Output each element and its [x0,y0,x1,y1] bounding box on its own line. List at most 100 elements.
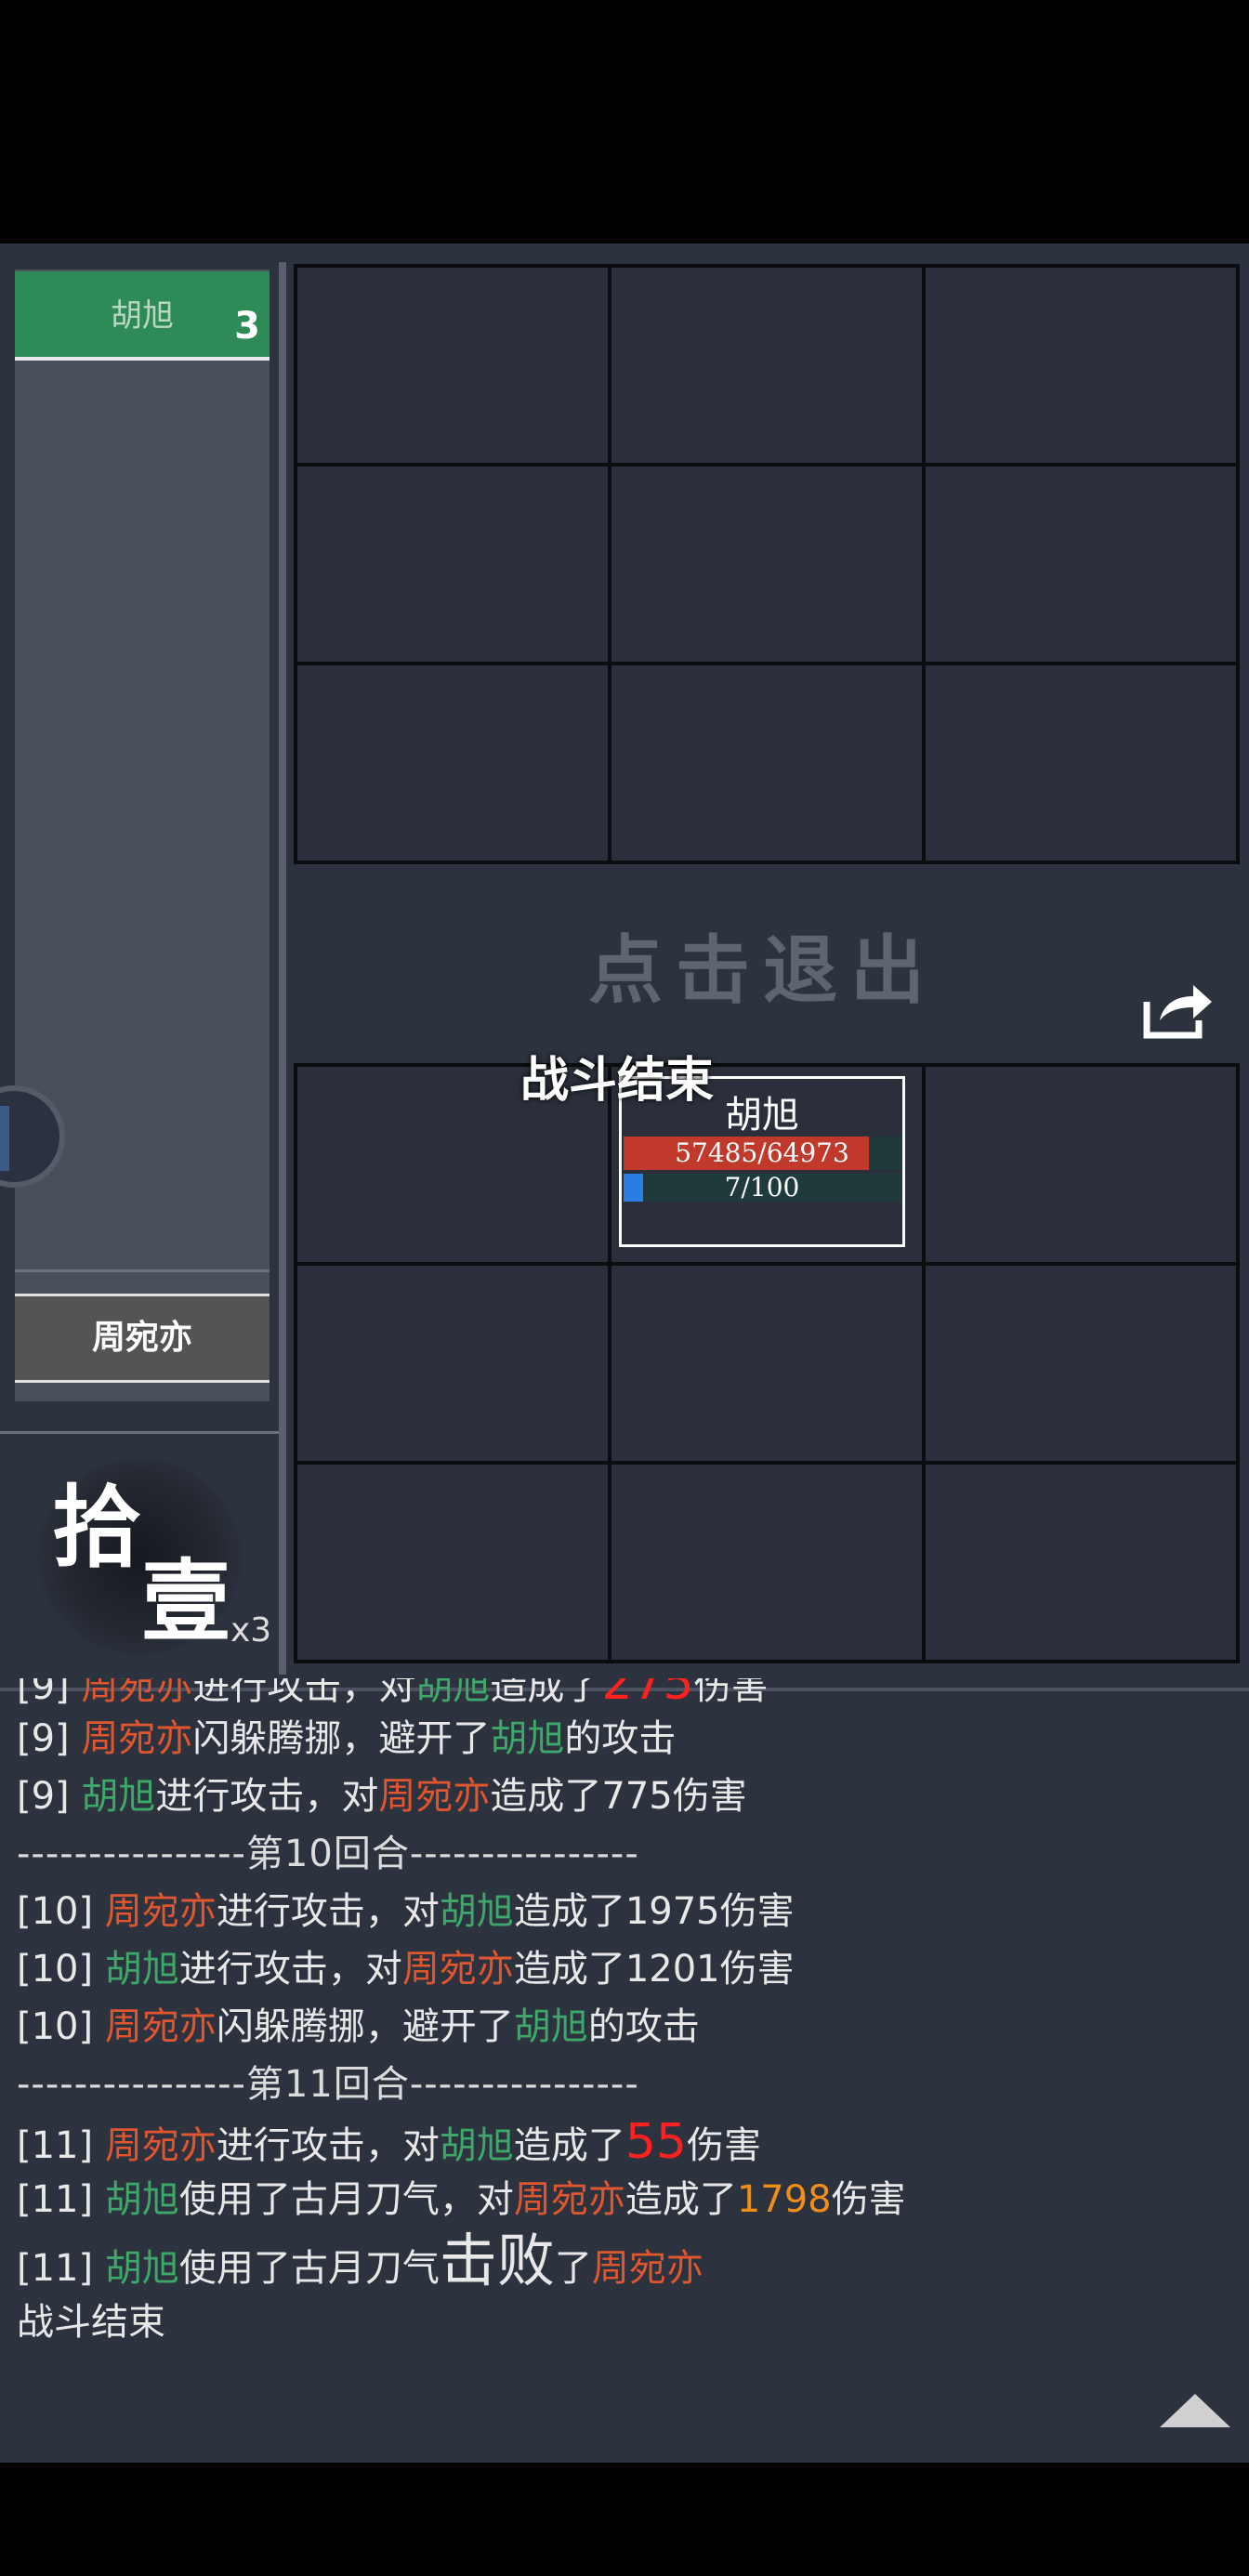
log-line: [11] 胡旭使用了古月刀气，对周宛亦造成了1798伤害 [17,2171,1234,2228]
round-divider: ----------------第11回合---------------- [17,2063,639,2106]
grid-cell [297,665,608,861]
log-segment: 周宛亦 [81,1717,193,1760]
vertical-divider [279,262,286,1675]
log-segment: 使用了古月刀气 [178,2247,440,2290]
grid-cell [611,1465,922,1660]
grid-cell [297,1465,608,1660]
log-segment: 周宛亦 [513,2178,625,2221]
log-segment: 进行攻击，对 [155,1775,379,1818]
log-segment: 闪躲腾挪，避开了 [192,1717,491,1760]
log-segment: 的攻击 [564,1717,677,1760]
log-segment: 胡旭 [415,1678,491,1708]
log-segment: 周宛亦 [378,1775,491,1818]
log-segment: 击败 [439,2227,555,2294]
log-segment: [10] [17,1890,105,1933]
log-segment: 周宛亦 [104,1890,217,1933]
log-segment: 55 [624,2114,687,2170]
log-segment: 胡旭 [490,1717,565,1760]
log-segment: 进行攻击，对 [178,1948,402,1991]
log-line: [9] 胡旭进行攻击，对周宛亦造成了775伤害 [17,1768,1234,1825]
speed-multiplier[interactable]: x3 [230,1611,271,1649]
hp-bar: 57485/64973 [624,1137,901,1170]
log-segment: [9] [17,1678,82,1708]
round-char-one: 壹 [141,1549,230,1654]
energy-bar: 7/100 [624,1174,901,1202]
log-segment: 闪躲腾挪，避开了 [216,2005,514,2048]
log-line: [10] 胡旭进行攻击，对周宛亦造成了1201伤害 [17,1940,1234,1998]
log-segment: 造成了1201伤害 [513,1948,795,1991]
log-segment: 伤害 [693,1678,769,1708]
tab-underline [15,357,270,361]
log-segment: [11] [17,2124,105,2167]
player-name: 胡旭 [111,297,174,335]
avatar-portrait [0,1106,9,1171]
log-line: [11] 胡旭使用了古月刀气击败了周宛亦 [17,2228,1234,2293]
share-icon[interactable] [1141,978,1216,1041]
log-segment: 周宛亦 [591,2247,703,2290]
log-segment: 胡旭 [439,2124,514,2167]
grid-cell [926,665,1236,861]
enemy-name: 周宛亦 [91,1319,192,1357]
panel-divider [15,1269,270,1272]
log-segment: 胡旭 [513,2005,588,2048]
log-segment: 伤害 [831,2178,906,2221]
log-segment: 造成了 [490,1678,602,1708]
log-segment: [11] [17,2178,105,2221]
log-segment: 了 [554,2247,592,2290]
log-segment: 造成了1975伤害 [513,1890,795,1933]
grid-cell [926,467,1236,662]
log-segment: 275 [601,1678,694,1710]
log-segment: 造成了 [513,2124,625,2167]
panel-divider-bottom [0,1431,279,1434]
collapse-arrow-icon[interactable] [1160,2394,1230,2427]
grid-cell [926,1067,1236,1262]
log-segment: 胡旭 [439,1890,514,1933]
grid-cell [611,665,922,861]
grid-cell [297,1266,608,1461]
log-segment: [10] [17,2005,105,2048]
log-segment: 胡旭 [104,2247,179,2290]
grid-cell [297,467,608,662]
energy-text: 7/100 [724,1172,800,1203]
log-segment: [9] [17,1717,82,1760]
log-line: [9] 周宛亦进行攻击，对胡旭造成了275伤害 [17,1678,1234,1710]
log-segment: 周宛亦 [401,1948,514,1991]
log-line: [10] 周宛亦闪躲腾挪，避开了胡旭的攻击 [17,1998,1234,2056]
grid-cell [926,1465,1236,1660]
team-panel [15,269,270,1401]
grid-cell [926,1266,1236,1461]
round-char-ten: 拾 [52,1475,141,1580]
log-segment: 进行攻击，对 [192,1678,416,1708]
hp-text: 57485/64973 [675,1137,849,1168]
battle-log[interactable]: [9] 周宛亦进行攻击，对胡旭造成了275伤害 [9] 周宛亦闪躲腾挪，避开了胡… [17,1678,1234,2351]
log-line: [10] 周宛亦进行攻击，对胡旭造成了1975伤害 [17,1883,1234,1940]
log-segment: 周宛亦 [104,2005,217,2048]
log-segment: 胡旭 [104,2178,179,2221]
log-segment: 胡旭 [104,1948,179,1991]
log-segment: 造成了775伤害 [490,1775,747,1818]
grid-cell [297,268,608,463]
grid-cell [611,1266,922,1461]
log-segment: 使用了古月刀气，对 [178,2178,514,2221]
log-segment: [11] [17,2247,105,2290]
round-divider: ----------------第10回合---------------- [17,1833,639,1875]
battle-over-label: 战斗结束 [520,1052,715,1109]
log-segment: [9] [17,1775,82,1818]
log-segment: 伤害 [687,2124,761,2167]
log-segment: 周宛亦 [104,2124,217,2167]
log-segment: 进行攻击，对 [216,1890,440,1933]
log-segment: 周宛亦 [81,1678,193,1708]
enemy-team-tab[interactable]: 周宛亦 [15,1294,270,1383]
player-team-tab[interactable]: 胡旭 3 [15,271,270,357]
enemy-formation-grid [294,264,1240,864]
log-line: [9] 周宛亦闪躲腾挪，避开了胡旭的攻击 [17,1710,1234,1768]
log-segment: 1798 [736,2178,832,2221]
log-segment: [10] [17,1948,105,1991]
log-segment: 的攻击 [587,2005,700,2048]
tap-to-exit-hint[interactable]: 点击退出 [294,911,1232,1019]
log-line: [11] 周宛亦进行攻击，对胡旭造成了55伤害 [17,2113,1234,2171]
log-segment: 造成了 [624,2178,737,2221]
grid-cell [611,467,922,662]
grid-cell [611,268,922,463]
battle-end-text: 战斗结束 [17,2301,165,2344]
